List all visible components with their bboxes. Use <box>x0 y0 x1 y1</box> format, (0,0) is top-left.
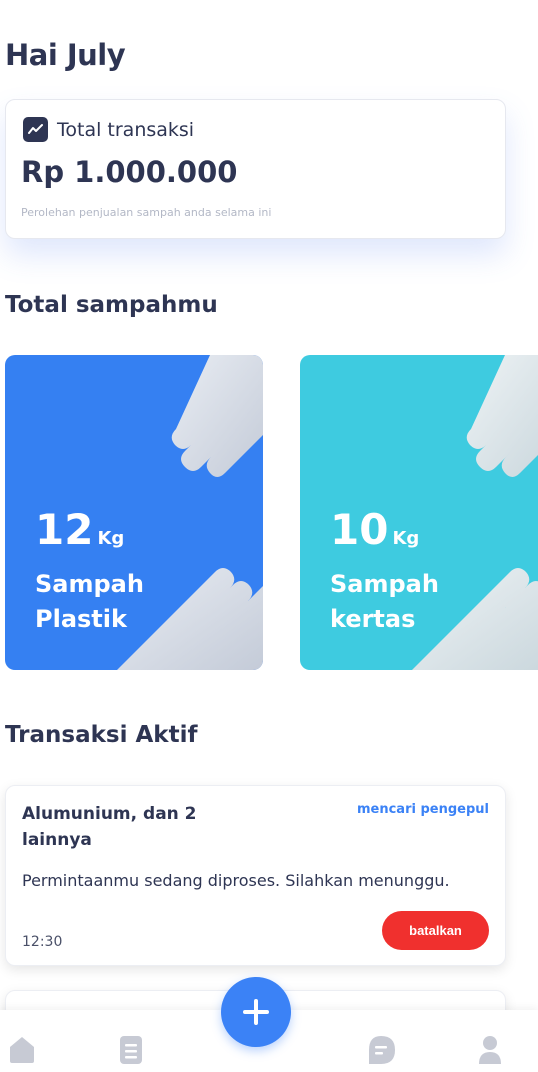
home-icon[interactable] <box>7 1034 37 1064</box>
waste-amount-value: 12 <box>35 505 94 554</box>
total-transaction-caption: Perolehan penjualan sampah anda selama i… <box>21 206 272 219</box>
active-transactions-title: Transaksi Aktif <box>5 722 198 748</box>
transaction-time: 12:30 <box>22 934 63 950</box>
trend-chart-icon <box>23 117 48 142</box>
add-icon <box>243 999 269 1025</box>
total-transaction-label: Total transaksi <box>57 118 195 141</box>
cancel-button[interactable]: batalkan <box>382 911 489 950</box>
profile-icon[interactable] <box>475 1034 505 1064</box>
document-icon[interactable] <box>117 1034 147 1064</box>
add-transaction-button[interactable] <box>221 977 291 1047</box>
transaction-card[interactable]: Alumunium, dan 2 lainnya mencari pengepu… <box>5 785 506 966</box>
waste-type-label: Sampah kertas <box>330 570 439 633</box>
waste-card-plastic[interactable]: 12 Kg Sampah Plastik <box>5 355 263 670</box>
waste-amount-unit: Kg <box>97 528 125 549</box>
chat-icon[interactable] <box>366 1034 396 1064</box>
waste-section-title: Total sampahmu <box>5 292 218 318</box>
waste-card-paper[interactable]: 10 Kg Sampah kertas <box>300 355 538 670</box>
waste-amount-unit: Kg <box>392 528 420 549</box>
transaction-status: mencari pengepul <box>356 802 489 817</box>
transaction-message: Permintaanmu sedang diproses. Silahkan m… <box>22 871 450 890</box>
total-transaction-amount: Rp 1.000.000 <box>21 155 238 189</box>
greeting-title: Hai July <box>5 38 126 72</box>
total-transaction-card[interactable]: Total transaksi Rp 1.000.000 Perolehan p… <box>5 99 506 239</box>
transaction-title: Alumunium, dan 2 lainnya <box>22 804 197 850</box>
waste-type-label: Sampah Plastik <box>35 570 144 633</box>
waste-amount-value: 10 <box>330 505 389 554</box>
